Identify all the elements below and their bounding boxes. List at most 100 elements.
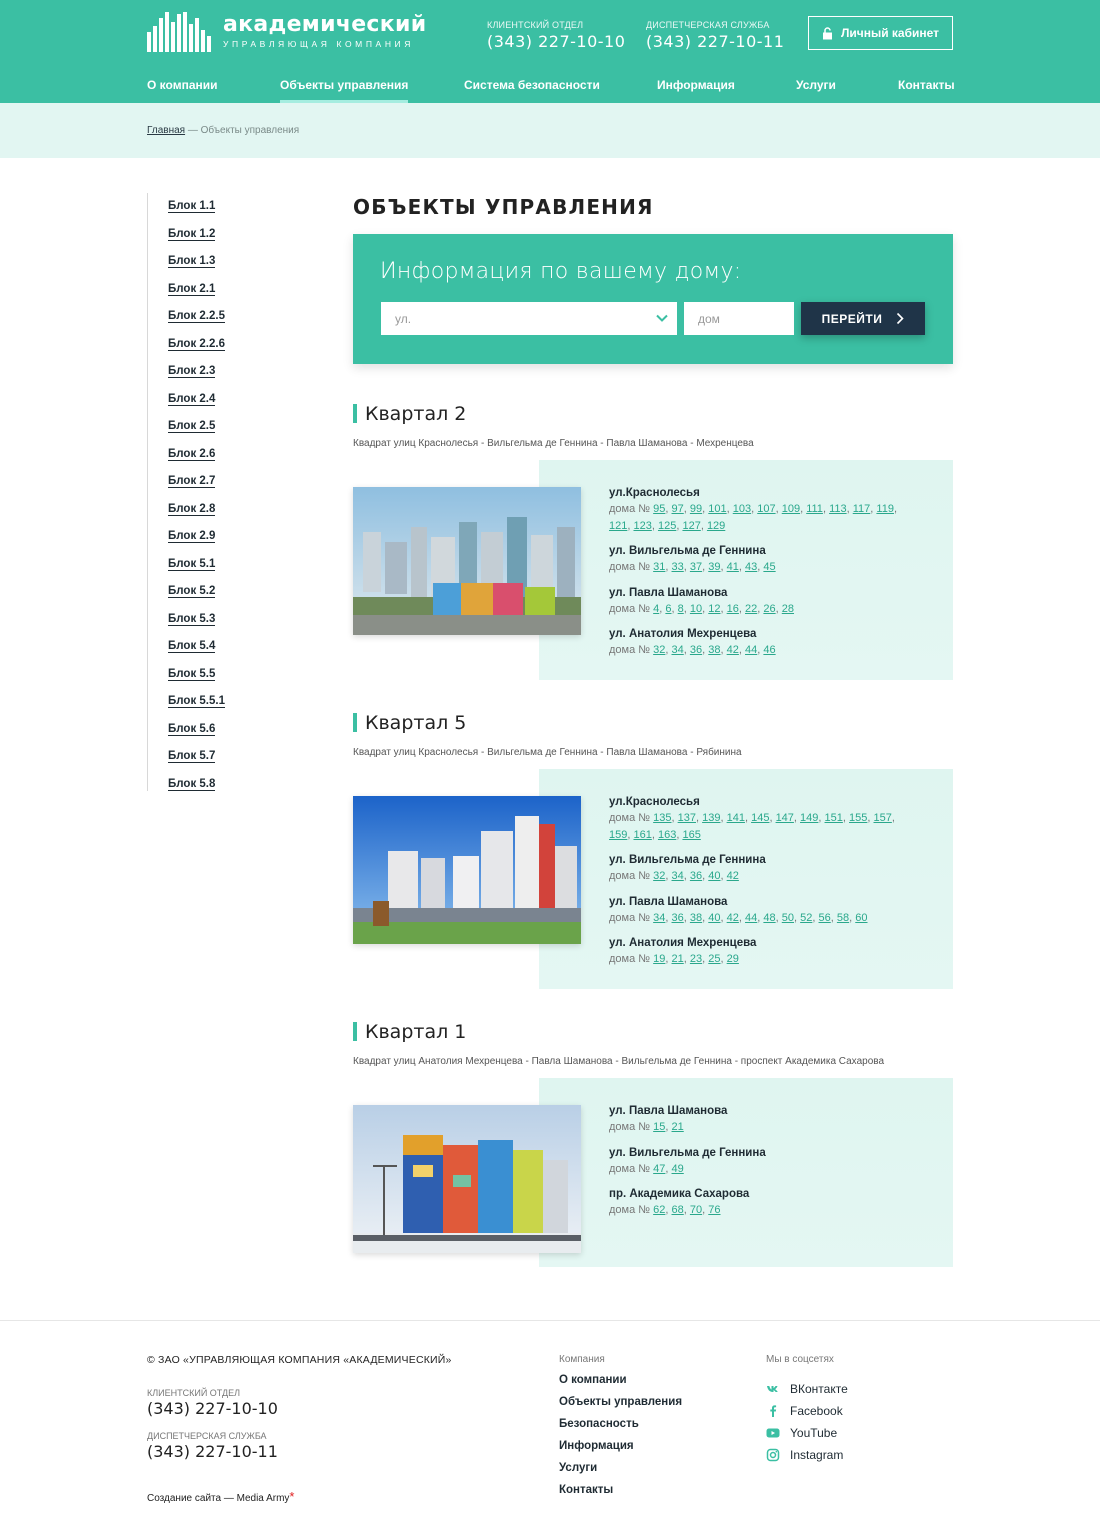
sidebar-item[interactable]: Блок 1.3 [148,248,267,276]
house-link[interactable]: 34 [653,912,665,924]
sidebar-item[interactable]: Блок 2.8 [148,496,267,524]
house-link[interactable]: 125 [658,520,676,532]
house-link[interactable]: 38 [690,912,702,924]
street-select[interactable]: ул. [381,302,677,335]
sidebar-item[interactable]: Блок 5.2 [148,578,267,606]
house-link[interactable]: 76 [708,1204,720,1216]
sidebar-item[interactable]: Блок 2.7 [148,468,267,496]
house-link[interactable]: 23 [690,953,702,965]
sidebar-item[interactable]: Блок 2.6 [148,441,267,469]
house-link[interactable]: 99 [690,503,702,515]
house-link[interactable]: 46 [763,644,775,656]
house-link[interactable]: 101 [708,503,726,515]
sidebar-item[interactable]: Блок 5.1 [148,551,267,579]
house-link[interactable]: 45 [763,561,775,573]
nav-services[interactable]: Услуги [796,78,836,103]
sidebar-item[interactable]: Блок 5.3 [148,606,267,634]
sidebar-item[interactable]: Блок 2.4 [148,386,267,414]
house-link[interactable]: 111 [806,503,823,515]
house-link[interactable]: 49 [672,1163,684,1175]
footer-link[interactable]: Информация [559,1440,682,1462]
house-link[interactable]: 165 [682,829,700,841]
phone-number[interactable]: (343) 227-10-10 [487,32,625,51]
house-link[interactable]: 127 [682,520,700,532]
house-link[interactable]: 42 [727,644,739,656]
sidebar-item[interactable]: Блок 5.5 [148,661,267,689]
sidebar-item[interactable]: Блок 5.6 [148,716,267,744]
house-link[interactable]: 31 [653,561,665,573]
nav-objects[interactable]: Объекты управления [280,78,409,103]
house-link[interactable]: 68 [672,1204,684,1216]
footer-link[interactable]: Услуги [559,1462,682,1484]
house-link[interactable]: 47 [653,1163,665,1175]
house-link[interactable]: 155 [849,812,867,824]
house-link[interactable]: 161 [633,829,651,841]
sidebar-item[interactable]: Блок 5.8 [148,771,267,799]
house-link[interactable]: 41 [727,561,739,573]
house-link[interactable]: 32 [653,644,665,656]
house-link[interactable]: 22 [745,603,757,615]
footer-link[interactable]: Безопасность [559,1418,682,1440]
house-link[interactable]: 26 [763,603,775,615]
house-link[interactable]: 139 [702,812,720,824]
house-link[interactable]: 147 [776,812,794,824]
house-link[interactable]: 70 [690,1204,702,1216]
sidebar-item[interactable]: Блок 1.1 [148,193,267,221]
house-link[interactable]: 119 [876,503,894,515]
sidebar-item[interactable]: Блок 2.5 [148,413,267,441]
house-link[interactable]: 36 [690,644,702,656]
house-link[interactable]: 117 [853,503,871,515]
house-link[interactable]: 62 [653,1204,665,1216]
nav-info[interactable]: Информация [657,78,735,103]
house-link[interactable]: 48 [763,912,775,924]
site-credit-link[interactable]: Создание сайта — Media Army* [147,1489,294,1504]
house-link[interactable]: 33 [672,561,684,573]
house-link[interactable]: 113 [829,503,847,515]
house-link[interactable]: 36 [690,870,702,882]
house-link[interactable]: 97 [672,503,684,515]
house-link[interactable]: 44 [745,912,757,924]
house-link[interactable]: 21 [672,953,684,965]
house-link[interactable]: 8 [678,603,684,615]
house-link[interactable]: 109 [782,503,800,515]
phone-number[interactable]: (343) 227-10-11 [147,1442,278,1461]
house-link[interactable]: 52 [800,912,812,924]
house-link[interactable]: 42 [727,912,739,924]
nav-security[interactable]: Система безопасности [464,78,600,103]
site-logo[interactable]: академический управляющая компания [147,12,426,52]
phone-number[interactable]: (343) 227-10-11 [646,32,784,51]
house-link[interactable]: 141 [727,812,745,824]
house-link[interactable]: 43 [745,561,757,573]
house-link[interactable]: 157 [874,812,892,824]
social-link-instagram[interactable]: Instagram [766,1444,848,1466]
breadcrumb-home[interactable]: Главная [147,125,185,136]
sidebar-item[interactable]: Блок 5.7 [148,743,267,771]
house-link[interactable]: 44 [745,644,757,656]
house-link[interactable]: 107 [757,503,775,515]
footer-link[interactable]: О компании [559,1374,682,1396]
house-link[interactable]: 129 [707,520,725,532]
sidebar-item[interactable]: Блок 2.3 [148,358,267,386]
house-link[interactable]: 56 [819,912,831,924]
house-link[interactable]: 10 [690,603,702,615]
house-link[interactable]: 25 [708,953,720,965]
house-link[interactable]: 32 [653,870,665,882]
house-link[interactable]: 12 [708,603,720,615]
house-link[interactable]: 145 [751,812,769,824]
house-link[interactable]: 60 [855,912,867,924]
house-link[interactable]: 34 [672,644,684,656]
sidebar-item[interactable]: Блок 2.9 [148,523,267,551]
house-link[interactable]: 149 [800,812,818,824]
go-button[interactable]: ПЕРЕЙТИ [801,302,925,335]
house-link[interactable]: 42 [727,870,739,882]
house-link[interactable]: 6 [665,603,671,615]
house-link[interactable]: 19 [653,953,665,965]
house-link[interactable]: 121 [609,520,627,532]
sidebar-item[interactable]: Блок 5.5.1 [148,688,267,716]
house-link[interactable]: 163 [658,829,676,841]
personal-cabinet-button[interactable]: Личный кабинет [808,16,953,50]
sidebar-item[interactable]: Блок 2.2.6 [148,331,267,359]
house-link[interactable]: 95 [653,503,665,515]
house-link[interactable]: 38 [708,644,720,656]
nav-contacts[interactable]: Контакты [898,78,955,103]
